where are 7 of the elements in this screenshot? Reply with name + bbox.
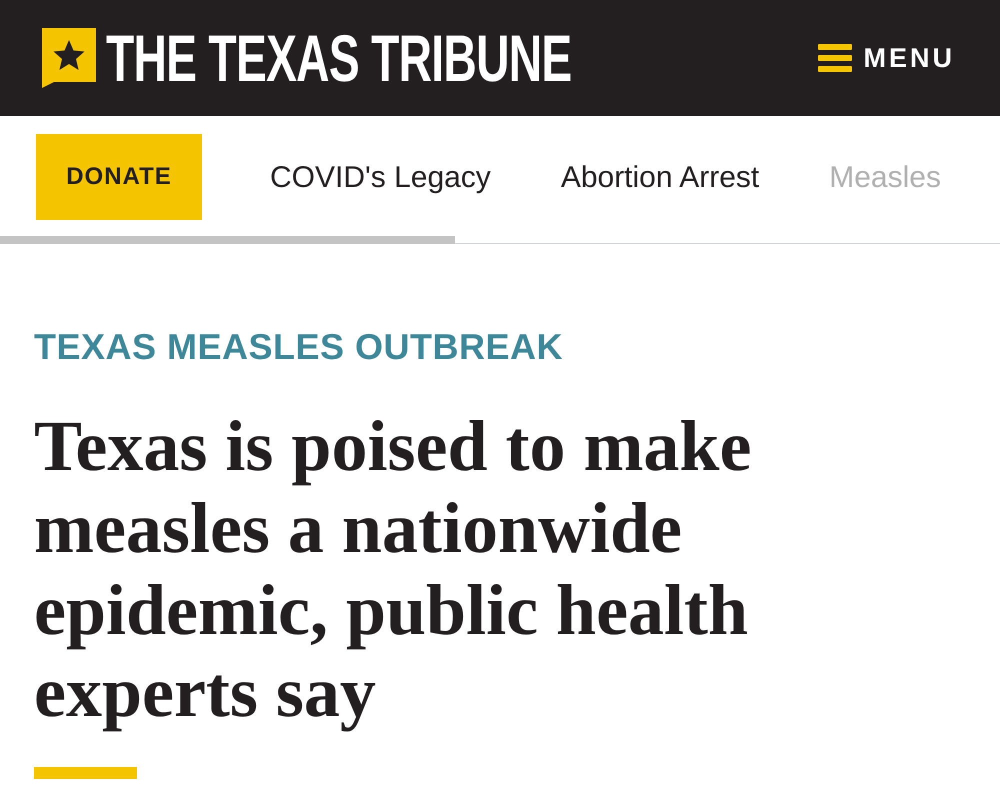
menu-button[interactable]: MENU xyxy=(818,38,955,78)
logo-text[interactable]: THE TEXAS TRIBUNE xyxy=(106,23,572,93)
headline: Texas is poised to make measles a nationwide epidemic, public health experts say xyxy=(34,405,752,733)
section-label[interactable]: TEXAS MEASLES OUTBREAK xyxy=(34,327,1000,367)
nav-link[interactable]: COVID's Legacy xyxy=(270,154,491,200)
nav-link[interactable]: Abortion Arrest xyxy=(560,154,760,200)
donate-button[interactable]: DONATE xyxy=(36,134,202,220)
